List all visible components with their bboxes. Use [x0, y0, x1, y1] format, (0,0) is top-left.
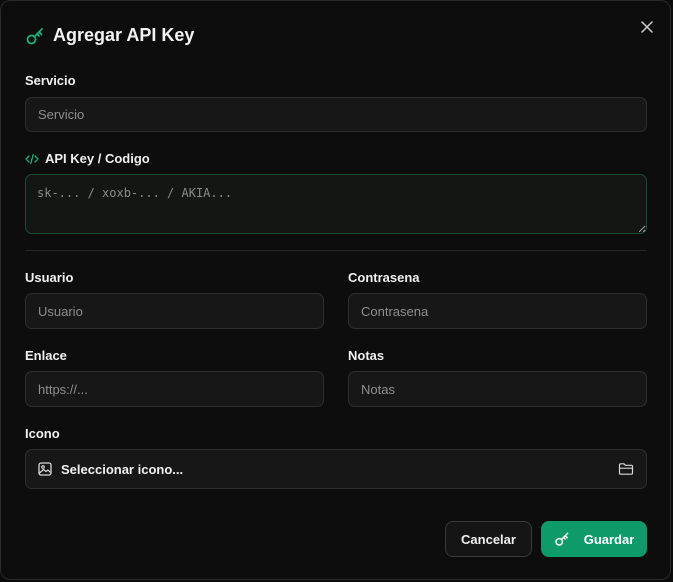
api-key-textarea[interactable]	[25, 174, 647, 234]
usuario-label: Usuario	[25, 270, 74, 285]
enlace-input[interactable]	[25, 371, 324, 407]
code-icon	[25, 153, 39, 164]
key-icon	[554, 532, 569, 546]
close-icon	[641, 21, 653, 33]
save-button-label: Guardar	[583, 531, 635, 547]
image-icon	[38, 462, 52, 476]
folder-icon	[618, 463, 634, 475]
enlace-label: Enlace	[25, 348, 67, 363]
select-icon-label: Seleccionar icono...	[61, 461, 184, 477]
servicio-input[interactable]	[25, 97, 647, 132]
close-button[interactable]	[638, 18, 656, 36]
contrasena-label: Contrasena	[348, 270, 420, 285]
usuario-input[interactable]	[25, 293, 324, 329]
notas-input[interactable]	[348, 371, 647, 407]
icono-label: Icono	[25, 426, 60, 441]
section-divider	[25, 250, 647, 251]
add-api-key-dialog: Agregar API Key Servicio API Key / Codig…	[0, 0, 671, 580]
dialog-header: Agregar API Key	[25, 25, 194, 46]
dialog-title: Agregar API Key	[53, 25, 195, 45]
servicio-label: Servicio	[25, 73, 76, 88]
cancel-button[interactable]: Cancelar	[445, 521, 532, 557]
save-button[interactable]: Guardar	[541, 521, 647, 557]
key-icon	[26, 27, 43, 44]
contrasena-input[interactable]	[348, 293, 647, 329]
select-icon-button[interactable]: Seleccionar icono...	[25, 449, 647, 489]
api-key-label: API Key / Codigo	[25, 151, 150, 166]
api-key-label-text: API Key / Codigo	[45, 151, 150, 166]
notas-label: Notas	[348, 348, 385, 363]
